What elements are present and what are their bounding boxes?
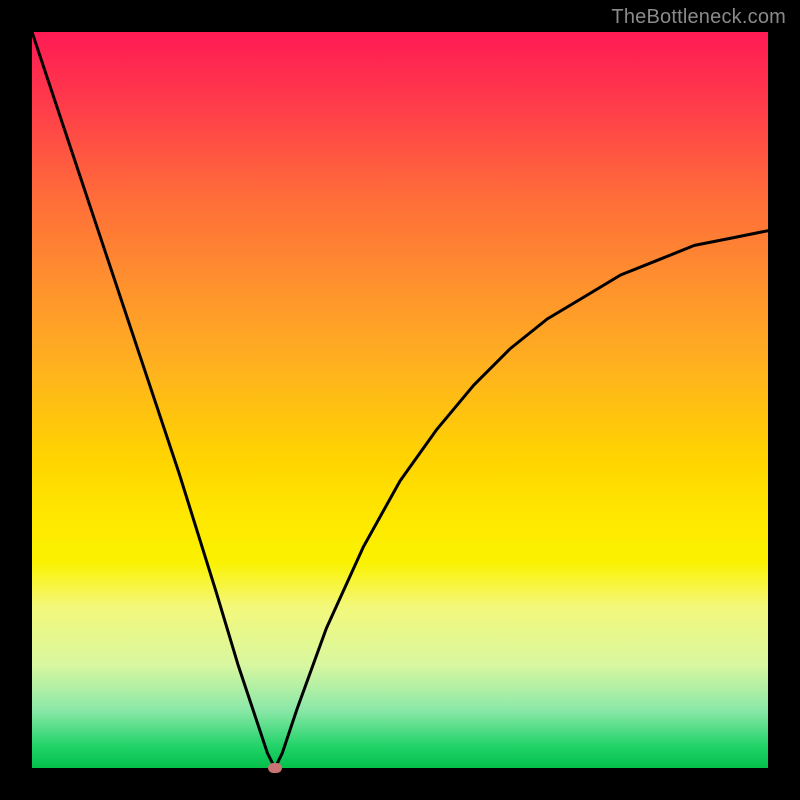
watermark-text: TheBottleneck.com bbox=[611, 6, 786, 29]
optimum-marker bbox=[268, 763, 282, 773]
plot-area bbox=[32, 32, 768, 768]
chart-frame: TheBottleneck.com bbox=[0, 0, 800, 800]
bottleneck-curve bbox=[32, 32, 768, 768]
curve-svg bbox=[32, 32, 768, 768]
